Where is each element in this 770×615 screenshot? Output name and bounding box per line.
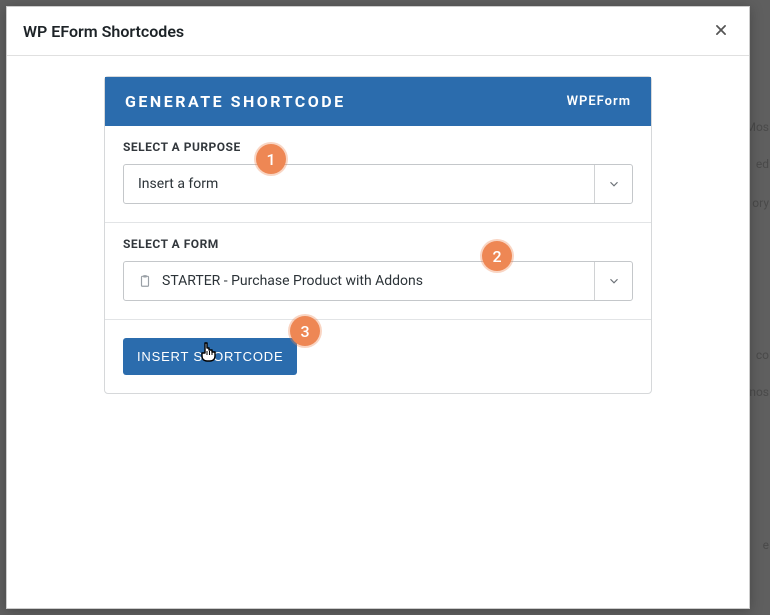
annotation-badge-2: 2 <box>482 241 512 271</box>
modal-title: WP EForm Shortcodes <box>23 22 184 41</box>
form-value-wrap: STARTER - Purchase Product with Addons <box>124 273 594 289</box>
annotation-badge-3: 3 <box>290 316 320 346</box>
card-title: GENERATE SHORTCODE <box>125 92 346 111</box>
card-brand: WPEForm <box>567 94 631 109</box>
bg-text: co <box>756 348 769 362</box>
form-select[interactable]: STARTER - Purchase Product with Addons <box>123 261 633 301</box>
purpose-section: SELECT A PURPOSE Insert a form <box>105 126 651 223</box>
close-icon <box>714 23 728 40</box>
shortcode-modal: WP EForm Shortcodes GENERATE SHORTCODE W… <box>6 6 750 609</box>
form-label: SELECT A FORM <box>123 237 633 251</box>
insert-shortcode-button[interactable]: INSERT SHORTCODE <box>123 338 297 375</box>
action-section: INSERT SHORTCODE <box>105 320 651 393</box>
bg-text: ed <box>756 157 769 171</box>
modal-header: WP EForm Shortcodes <box>7 7 749 56</box>
form-section: SELECT A FORM STARTER - Purchase Product… <box>105 223 651 320</box>
chevron-down-icon <box>594 165 632 203</box>
purpose-value: Insert a form <box>124 176 594 192</box>
close-button[interactable] <box>709 19 733 43</box>
bg-text: e <box>763 538 769 552</box>
form-value: STARTER - Purchase Product with Addons <box>162 273 423 289</box>
purpose-select[interactable]: Insert a form <box>123 164 633 204</box>
annotation-badge-1: 1 <box>256 144 286 174</box>
clipboard-icon <box>138 273 152 289</box>
bg-text: nos <box>749 385 769 399</box>
generate-shortcode-card: GENERATE SHORTCODE WPEForm SELECT A PURP… <box>104 76 652 394</box>
card-header: GENERATE SHORTCODE WPEForm <box>105 77 651 126</box>
bg-text: ory <box>752 196 769 210</box>
purpose-label: SELECT A PURPOSE <box>123 140 633 154</box>
chevron-down-icon <box>594 262 632 300</box>
